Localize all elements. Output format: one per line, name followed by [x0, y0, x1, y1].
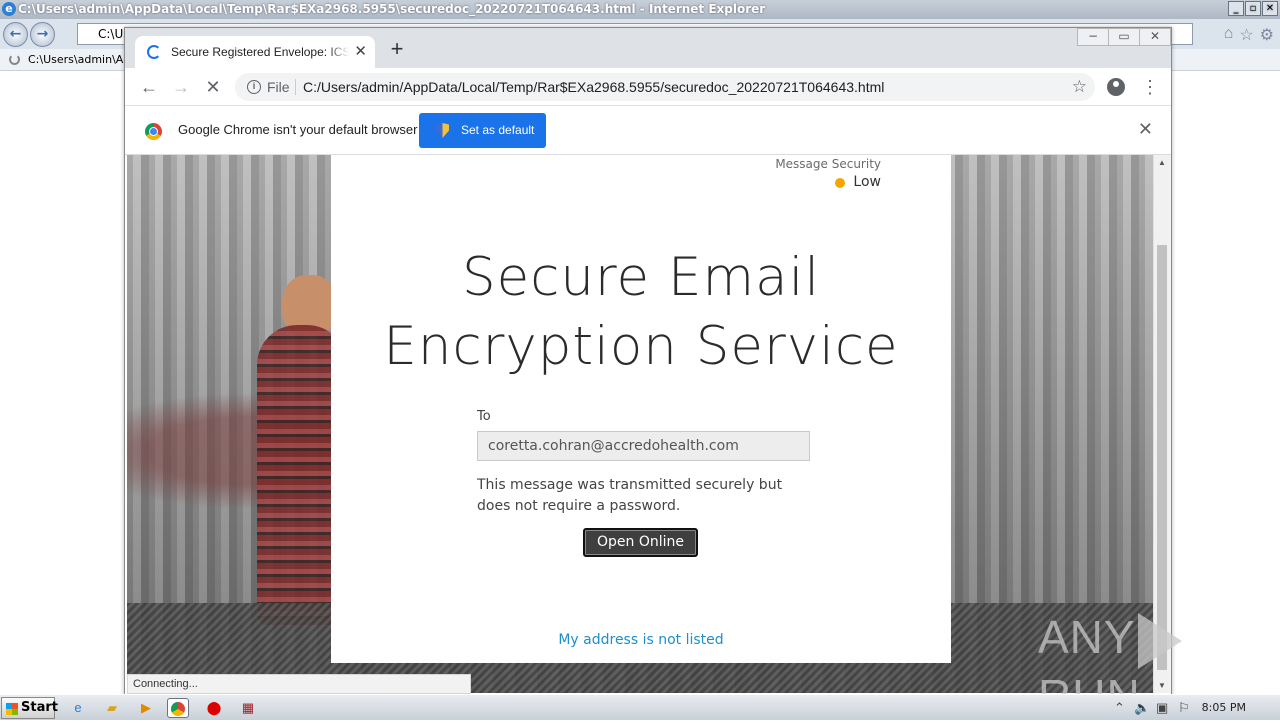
- taskbar: Start e ▰ ▶ ⬤ ▦ ⌃ 🔈 ▣ ⚐ 8:05 PM: [0, 694, 1280, 720]
- chrome-close-button[interactable]: ✕: [1139, 28, 1171, 46]
- info-icon[interactable]: i: [247, 80, 261, 94]
- tab-close-icon[interactable]: ✕: [354, 36, 367, 68]
- page-viewport: Message Security Low Secure Email Encryp…: [127, 155, 1153, 693]
- chrome-maximize-button[interactable]: ▭: [1108, 28, 1140, 46]
- address-not-listed-link[interactable]: My address is not listed: [331, 632, 951, 648]
- default-browser-infobar: Google Chrome isn't your default browser…: [125, 107, 1171, 155]
- tray-expand-icon[interactable]: ⌃: [1114, 700, 1125, 716]
- start-button[interactable]: Start: [1, 697, 58, 719]
- ie-restore-button[interactable]: ▫: [1245, 1, 1261, 16]
- security-level-dot-icon: [835, 178, 846, 188]
- favorites-star-icon[interactable]: ☆: [1239, 25, 1253, 45]
- bookmark-star-icon[interactable]: ☆: [1072, 73, 1087, 101]
- chrome-tab-strip: Secure Registered Envelope: ICSR I ✕ + −…: [125, 28, 1171, 68]
- network-icon[interactable]: ▣: [1156, 700, 1168, 716]
- windows-logo-icon: [6, 703, 18, 715]
- watermark-left: ANY: [1038, 611, 1136, 663]
- opera-icon[interactable]: ⬤: [203, 698, 225, 718]
- infobar-message: Google Chrome isn't your default browser: [178, 122, 418, 137]
- winrar-icon[interactable]: ▦: [237, 698, 259, 718]
- ie-tab-label[interactable]: C:\Users\admin\App: [28, 53, 137, 66]
- ie-minimize-button[interactable]: _: [1228, 1, 1244, 16]
- message-security-label: Message Security: [775, 157, 881, 171]
- ie-logo-icon: e: [2, 2, 16, 16]
- omnibox-separator: [295, 79, 296, 95]
- action-center-flag-icon[interactable]: ⚐: [1178, 700, 1190, 716]
- page-title-line2: Encryption Service: [383, 316, 899, 377]
- scroll-up-icon[interactable]: ▲: [1158, 158, 1166, 167]
- taskbar-clock[interactable]: 8:05 PM: [1202, 701, 1246, 714]
- tab-title: Secure Registered Envelope: ICSR I: [171, 45, 349, 59]
- chrome-window: Secure Registered Envelope: ICSR I ✕ + −…: [124, 27, 1172, 695]
- chrome-window-controls: − ▭ ✕: [1077, 28, 1171, 46]
- media-player-icon[interactable]: ▶: [135, 698, 157, 718]
- ie-back-button[interactable]: ←: [3, 22, 28, 47]
- system-tray: ⌃ 🔈 ▣ ⚐ 8:05 PM: [1108, 696, 1280, 720]
- set-as-default-label: Set as default: [461, 123, 535, 137]
- ie-forward-button[interactable]: →: [30, 22, 55, 47]
- open-online-button[interactable]: Open Online: [583, 528, 698, 557]
- chrome-taskbar-icon[interactable]: [167, 698, 189, 718]
- tab-loading-icon: [147, 45, 161, 59]
- ie-toolbar-icons: ⌂ ☆ ⚙: [1224, 25, 1274, 45]
- tools-gear-icon[interactable]: ⚙: [1260, 25, 1274, 45]
- profile-avatar-icon[interactable]: [1107, 78, 1125, 96]
- recipient-field[interactable]: coretta.cohran@accredohealth.com: [477, 431, 810, 461]
- file-scheme-chip: File: [267, 79, 290, 95]
- play-triangle-icon: [1137, 612, 1182, 669]
- envelope-card: Message Security Low Secure Email Encryp…: [331, 155, 951, 663]
- omnibox-url[interactable]: C:/Users/admin/AppData/Local/Temp/Rar$EX…: [303, 73, 884, 101]
- security-level: Low: [835, 174, 881, 190]
- ie-title-bar: e C:\Users\admin\AppData\Local\Temp\Rar$…: [0, 0, 1280, 19]
- omnibox[interactable]: i File C:/Users/admin/AppData/Local/Temp…: [235, 73, 1095, 101]
- page-title: Secure Email Encryption Service: [331, 243, 951, 381]
- chrome-tab[interactable]: Secure Registered Envelope: ICSR I ✕: [135, 36, 375, 68]
- page-title-line1: Secure Email: [461, 247, 821, 308]
- ie-close-button[interactable]: ✕: [1262, 1, 1278, 16]
- infobar-close-icon[interactable]: ✕: [1138, 119, 1153, 140]
- explorer-folder-icon[interactable]: ▰: [101, 698, 123, 718]
- ie-taskbar-icon[interactable]: e: [67, 698, 89, 718]
- volume-icon[interactable]: 🔈: [1134, 700, 1150, 716]
- to-label: To: [477, 409, 491, 424]
- back-arrow-icon[interactable]: ←: [137, 75, 161, 99]
- ie-window-controls: _ ▫ ✕: [1228, 1, 1278, 16]
- menu-kebab-icon[interactable]: ⋮: [1141, 75, 1159, 99]
- home-icon[interactable]: ⌂: [1224, 25, 1234, 45]
- chrome-minimize-button[interactable]: −: [1077, 28, 1109, 46]
- security-note: This message was transmitted securely bu…: [477, 477, 783, 514]
- status-bubble: Connecting...: [127, 674, 471, 694]
- new-tab-button[interactable]: +: [385, 38, 409, 62]
- security-level-text: Low: [853, 174, 881, 190]
- chrome-logo-icon: [145, 123, 162, 140]
- uac-shield-icon: [436, 123, 449, 138]
- loading-spinner-icon: [9, 54, 20, 65]
- forward-arrow-icon[interactable]: →: [169, 75, 193, 99]
- set-as-default-button[interactable]: Set as default: [419, 113, 546, 148]
- scrollbar-thumb[interactable]: [1157, 245, 1167, 670]
- start-label: Start: [21, 700, 58, 715]
- chrome-toolbar: ← → ✕ i File C:/Users/admin/AppData/Loca…: [125, 68, 1171, 106]
- ie-window-title: C:\Users\admin\AppData\Local\Temp\Rar$EX…: [18, 2, 766, 16]
- stop-loading-icon[interactable]: ✕: [201, 75, 225, 99]
